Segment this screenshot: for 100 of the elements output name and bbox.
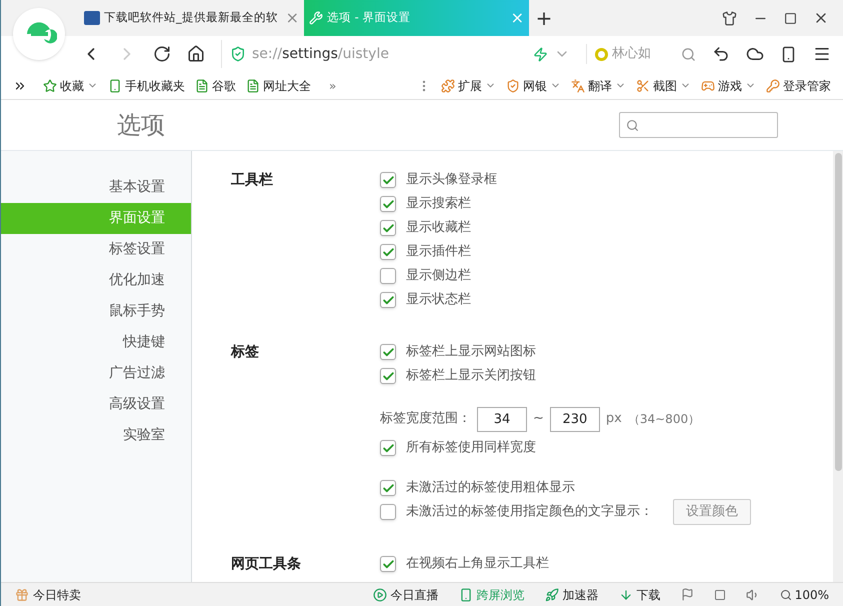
extension-item[interactable]: 游戏 (701, 76, 756, 94)
check-icon (382, 442, 394, 454)
checkbox[interactable] (380, 220, 396, 236)
check-icon (382, 174, 394, 186)
checkbox[interactable] (380, 244, 396, 260)
range-hint: （34~800） (628, 411, 700, 428)
gift-icon (15, 588, 29, 602)
zoom-icon (780, 588, 792, 600)
status-item[interactable]: 加速器 (544, 586, 599, 604)
skin-icon[interactable] (722, 10, 737, 26)
bookmark-item[interactable]: 收藏 (43, 76, 98, 94)
site-favicon-icon (84, 11, 100, 25)
browser-logo[interactable] (13, 8, 65, 60)
flag-icon[interactable] (680, 588, 694, 601)
checkbox[interactable] (380, 172, 396, 188)
phone-icon[interactable] (780, 46, 797, 62)
home-icon[interactable] (187, 45, 205, 63)
option-label: 所有标签使用同样宽度 (406, 439, 536, 458)
more-bookmarks-button[interactable]: » (329, 76, 336, 94)
status-icon (372, 588, 387, 602)
sidebar-item[interactable]: 广告过滤 (1, 358, 191, 389)
range-label: 标签宽度范围： (380, 410, 471, 428)
search-text: 林心如 (612, 45, 651, 64)
check-icon (382, 222, 394, 234)
option-label: 标签栏上显示网站图标 (406, 343, 536, 362)
option-label: 显示收藏栏 (406, 219, 471, 238)
max-width-field[interactable]: 230 (550, 406, 600, 432)
status-icon (544, 588, 559, 602)
checkbox[interactable] (380, 268, 396, 284)
menu-icon[interactable] (813, 45, 831, 63)
zoom-level[interactable]: 100% (780, 586, 829, 604)
sidebar-item[interactable]: 优化加速 (1, 265, 191, 296)
checkbox[interactable] (380, 556, 396, 572)
sidebar-item[interactable]: 基本设置 (1, 172, 191, 203)
min-width-field[interactable]: 34 (477, 406, 527, 432)
maximize-icon[interactable] (784, 12, 797, 24)
extension-icon (701, 78, 715, 92)
option-label: 显示搜索栏 (406, 195, 471, 214)
option-label: 未激活过的标签使用粗体显示 (406, 479, 575, 498)
bookmark-icon (246, 78, 260, 92)
status-item[interactable]: 下载 (618, 586, 661, 604)
checkbox[interactable] (380, 368, 396, 384)
extension-icon (506, 78, 520, 92)
sidebar-item[interactable]: 鼠标手势 (1, 296, 191, 327)
undo-icon[interactable] (712, 45, 730, 63)
extension-item[interactable]: 登录管家 (766, 76, 831, 94)
bookmark-icon (43, 78, 57, 92)
status-item[interactable]: 今日直播 (372, 586, 439, 604)
extension-item[interactable]: 网银 (506, 76, 561, 94)
option-label: 未激活过的标签使用指定颜色的文字显示： (406, 503, 653, 522)
shield-icon (230, 46, 246, 62)
checkbox[interactable] (380, 440, 396, 456)
scrollbar-thumb[interactable] (834, 153, 842, 471)
status-icon (458, 588, 473, 602)
search-engine-icon (595, 48, 608, 60)
checkbox[interactable] (380, 196, 396, 212)
check-icon (382, 198, 394, 210)
bookmark-icon (195, 78, 209, 92)
reload-icon[interactable] (153, 45, 171, 63)
sidebar-item[interactable]: 高级设置 (1, 389, 191, 420)
option-label: 标签栏上显示关闭按钮 (406, 367, 536, 386)
sidebar-item[interactable]: 快捷键 (1, 327, 191, 358)
lightning-icon[interactable] (533, 46, 548, 62)
checkbox[interactable] (380, 504, 396, 520)
url-text: se://settings/uistyle (252, 44, 389, 64)
checkbox[interactable] (380, 292, 396, 308)
check-icon (382, 370, 394, 382)
bookmark-item[interactable]: 网址大全 (246, 76, 311, 94)
sidebar-item[interactable]: 实验室 (1, 420, 191, 451)
check-icon (382, 294, 394, 306)
option-label: 显示侧边栏 (406, 267, 471, 286)
check-icon (382, 558, 394, 570)
search-icon[interactable] (681, 46, 696, 62)
extension-item[interactable]: 截图 (636, 76, 691, 94)
extension-icon (571, 78, 585, 92)
extension-item[interactable]: 扩展 (441, 76, 496, 94)
address-bar[interactable]: se://settings/uistyle (221, 40, 570, 68)
tab-title: 选项 - 界面设置 (327, 9, 412, 26)
section-title: 网页工具条 (231, 555, 302, 574)
extension-item[interactable]: 翻译 (571, 76, 626, 94)
new-tab-button[interactable]: + (529, 0, 559, 36)
option-label: 显示头像登录框 (406, 171, 497, 190)
options-search-field[interactable] (619, 112, 778, 138)
option-label: 显示插件栏 (406, 243, 471, 262)
extension-icon (636, 78, 650, 92)
checkbox[interactable] (380, 480, 396, 496)
cloud-icon[interactable] (746, 45, 764, 63)
checkbox[interactable] (380, 344, 396, 360)
bookmark-item[interactable]: 谷歌 (195, 76, 236, 94)
check-icon (382, 482, 394, 494)
bookmark-item[interactable]: 手机收藏夹 (108, 76, 185, 94)
status-icon (618, 588, 633, 602)
option-label: 在视频右上角显示工具栏 (406, 555, 549, 574)
daily-deals-link[interactable]: 今日特卖 (15, 586, 81, 604)
range-separator: ~ (533, 410, 544, 428)
extension-icon (441, 78, 455, 92)
section-title: 工具栏 (231, 171, 274, 190)
window-icon[interactable] (714, 588, 726, 600)
check-icon (382, 346, 394, 358)
sidebar-item[interactable]: 标签设置 (1, 234, 191, 265)
